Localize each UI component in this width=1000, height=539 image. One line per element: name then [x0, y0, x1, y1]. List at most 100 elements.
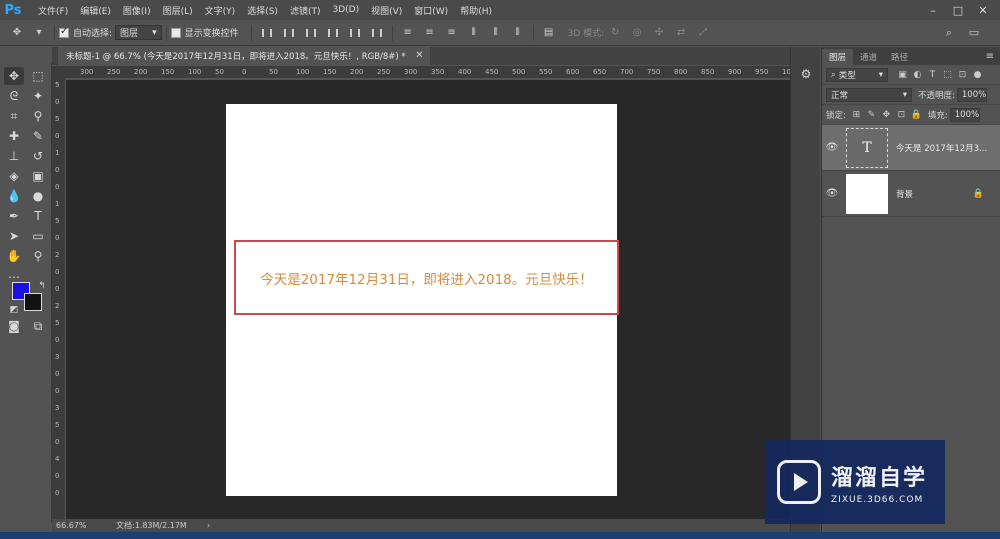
- menu-3d[interactable]: 3D(D): [326, 5, 365, 15]
- minimize-icon[interactable]: –: [922, 0, 944, 20]
- distribute-bottom-icon[interactable]: ≡: [445, 27, 459, 39]
- panel-menu-icon[interactable]: ≡: [986, 51, 994, 62]
- lock-all-icon[interactable]: 🔒: [910, 108, 923, 121]
- menu-image[interactable]: 图像(I): [117, 4, 157, 17]
- text-layer-highlight[interactable]: 今天是2017年12月31日，即将进入2018。元旦快乐！: [234, 240, 619, 315]
- properties-panel-icon[interactable]: ⚙: [796, 65, 816, 83]
- background-color-swatch[interactable]: [24, 293, 42, 311]
- filter-pixel-icon[interactable]: ▣: [896, 68, 909, 81]
- menu-layer[interactable]: 图层(L): [157, 4, 199, 17]
- canvas-area[interactable]: 今天是2017年12月31日，即将进入2018。元旦快乐！: [66, 80, 790, 519]
- lock-artboard-icon[interactable]: ⊡: [895, 108, 908, 121]
- align-left-icon[interactable]: [326, 27, 340, 39]
- document-tab[interactable]: 未标题-1 @ 66.7% (今天是2017年12月31日，即将进入2018。元…: [58, 47, 430, 65]
- quick-mask-icon[interactable]: ◙: [4, 317, 24, 335]
- drag-3d-icon[interactable]: ✣: [652, 27, 666, 39]
- marquee-tool-icon[interactable]: ⬚: [28, 67, 48, 85]
- type-tool-icon[interactable]: T: [28, 207, 48, 225]
- lock-position-icon[interactable]: ✥: [880, 108, 893, 121]
- filter-shape-icon[interactable]: ⬚: [941, 68, 954, 81]
- auto-select-dropdown[interactable]: 图层 ▾: [115, 25, 162, 40]
- layer-row-background[interactable]: 👁 背景 🔒: [822, 171, 1000, 217]
- visibility-eye-icon[interactable]: 👁: [822, 142, 842, 153]
- filter-type-icon[interactable]: T: [926, 68, 939, 81]
- roll-3d-icon[interactable]: ◎: [630, 27, 644, 39]
- fill-input[interactable]: 100%: [949, 107, 980, 122]
- rectangle-tool-icon[interactable]: ▭: [28, 227, 48, 245]
- clone-stamp-tool-icon[interactable]: ⊥: [4, 147, 24, 165]
- menu-window[interactable]: 窗口(W): [408, 4, 454, 17]
- blend-mode-dropdown[interactable]: 正常 ▾: [826, 87, 912, 102]
- move-tool-icon[interactable]: ✥: [4, 67, 24, 85]
- path-selection-tool-icon[interactable]: ➤: [4, 227, 24, 245]
- filter-adjust-icon[interactable]: ◐: [911, 68, 924, 81]
- distribute-top-icon[interactable]: ≡: [401, 27, 415, 39]
- distribute-vcenter-icon[interactable]: ≡: [423, 27, 437, 39]
- align-hcenter-icon[interactable]: [348, 27, 362, 39]
- workspace-icon[interactable]: ▭: [965, 26, 983, 40]
- history-brush-tool-icon[interactable]: ↺: [28, 147, 48, 165]
- align-vcenter-icon[interactable]: [282, 27, 296, 39]
- layer-name[interactable]: 今天是 2017年12月3...: [896, 142, 987, 154]
- lock-transparent-icon[interactable]: ⊞: [850, 108, 863, 121]
- orbit-3d-icon[interactable]: ↻: [608, 27, 622, 39]
- screen-mode-icon[interactable]: ⧉: [28, 317, 48, 335]
- show-transform-checkbox[interactable]: [170, 27, 181, 38]
- scale-3d-icon[interactable]: ⤢: [696, 27, 710, 39]
- more-tools-icon[interactable]: …: [4, 265, 24, 283]
- tab-channels[interactable]: 通道: [853, 49, 884, 65]
- tab-paths[interactable]: 路径: [884, 49, 915, 65]
- auto-select-checkbox[interactable]: [59, 26, 69, 38]
- filter-kind-dropdown[interactable]: ⌕ 类型 ▾: [826, 67, 888, 82]
- visibility-eye-icon[interactable]: 👁: [822, 188, 842, 199]
- layer-name[interactable]: 背景: [896, 188, 913, 200]
- menu-filter[interactable]: 滤镜(T): [284, 4, 327, 17]
- healing-brush-tool-icon[interactable]: ✚: [4, 127, 24, 145]
- search-icon[interactable]: ⌕: [940, 26, 958, 40]
- chevron-right-icon[interactable]: ›: [207, 521, 210, 530]
- align-top-icon[interactable]: [260, 27, 274, 39]
- pen-tool-icon[interactable]: ✒: [4, 207, 24, 225]
- menu-select[interactable]: 选择(S): [241, 4, 284, 17]
- align-right-icon[interactable]: [370, 27, 384, 39]
- maximize-icon[interactable]: □: [947, 0, 969, 20]
- magic-wand-tool-icon[interactable]: ✦: [28, 87, 48, 105]
- menu-type[interactable]: 文字(Y): [199, 4, 242, 17]
- ruler-tick-label: 3: [55, 404, 60, 412]
- lasso-tool-icon[interactable]: ᘓ: [4, 87, 24, 105]
- zoom-tool-icon[interactable]: ⚲: [28, 247, 48, 265]
- auto-align-icon[interactable]: ▤: [542, 27, 556, 39]
- blur-tool-icon[interactable]: 💧: [4, 187, 24, 205]
- brush-tool-icon[interactable]: ✎: [28, 127, 48, 145]
- tab-layers[interactable]: 图层: [822, 49, 854, 65]
- opacity-input[interactable]: 100%: [956, 87, 987, 102]
- canvas-text[interactable]: 今天是2017年12月31日，即将进入2018。元旦快乐！: [260, 268, 593, 288]
- filter-smart-icon[interactable]: ⊡: [956, 68, 969, 81]
- eyedropper-tool-icon[interactable]: ⚲: [28, 107, 48, 125]
- menu-edit[interactable]: 编辑(E): [74, 4, 117, 17]
- align-bottom-icon[interactable]: [304, 27, 318, 39]
- move-tool-icon[interactable]: ✥: [10, 27, 24, 39]
- close-icon[interactable]: ✕: [415, 50, 423, 61]
- zoom-level[interactable]: 66.67%: [56, 521, 100, 530]
- crop-tool-icon[interactable]: ⌗: [4, 107, 24, 125]
- dodge-tool-icon[interactable]: ●: [28, 187, 48, 205]
- distribute-hcenter-icon[interactable]: ⦀: [489, 27, 503, 39]
- gradient-tool-icon[interactable]: ▣: [28, 167, 48, 185]
- layer-row-text[interactable]: 👁 T 今天是 2017年12月3...: [822, 125, 1000, 171]
- lock-pixels-icon[interactable]: ✎: [865, 108, 878, 121]
- close-icon[interactable]: ✕: [972, 0, 994, 20]
- eraser-tool-icon[interactable]: ◈: [4, 167, 24, 185]
- lock-label: 锁定:: [826, 110, 846, 121]
- menu-help[interactable]: 帮助(H): [454, 4, 498, 17]
- menu-file[interactable]: 文件(F): [32, 4, 74, 17]
- menu-view[interactable]: 视图(V): [365, 4, 408, 17]
- hand-tool-icon[interactable]: ✋: [4, 247, 24, 265]
- filter-toggle-icon[interactable]: ●: [971, 68, 984, 81]
- chevron-down-icon[interactable]: ▾: [32, 27, 46, 39]
- distribute-left-icon[interactable]: ⦀: [467, 27, 481, 39]
- distribute-right-icon[interactable]: ⦀: [511, 27, 525, 39]
- swap-colors-icon[interactable]: ↰: [32, 277, 52, 295]
- slide-3d-icon[interactable]: ⇄: [674, 27, 688, 39]
- ruler-tick-label: 550: [539, 68, 553, 76]
